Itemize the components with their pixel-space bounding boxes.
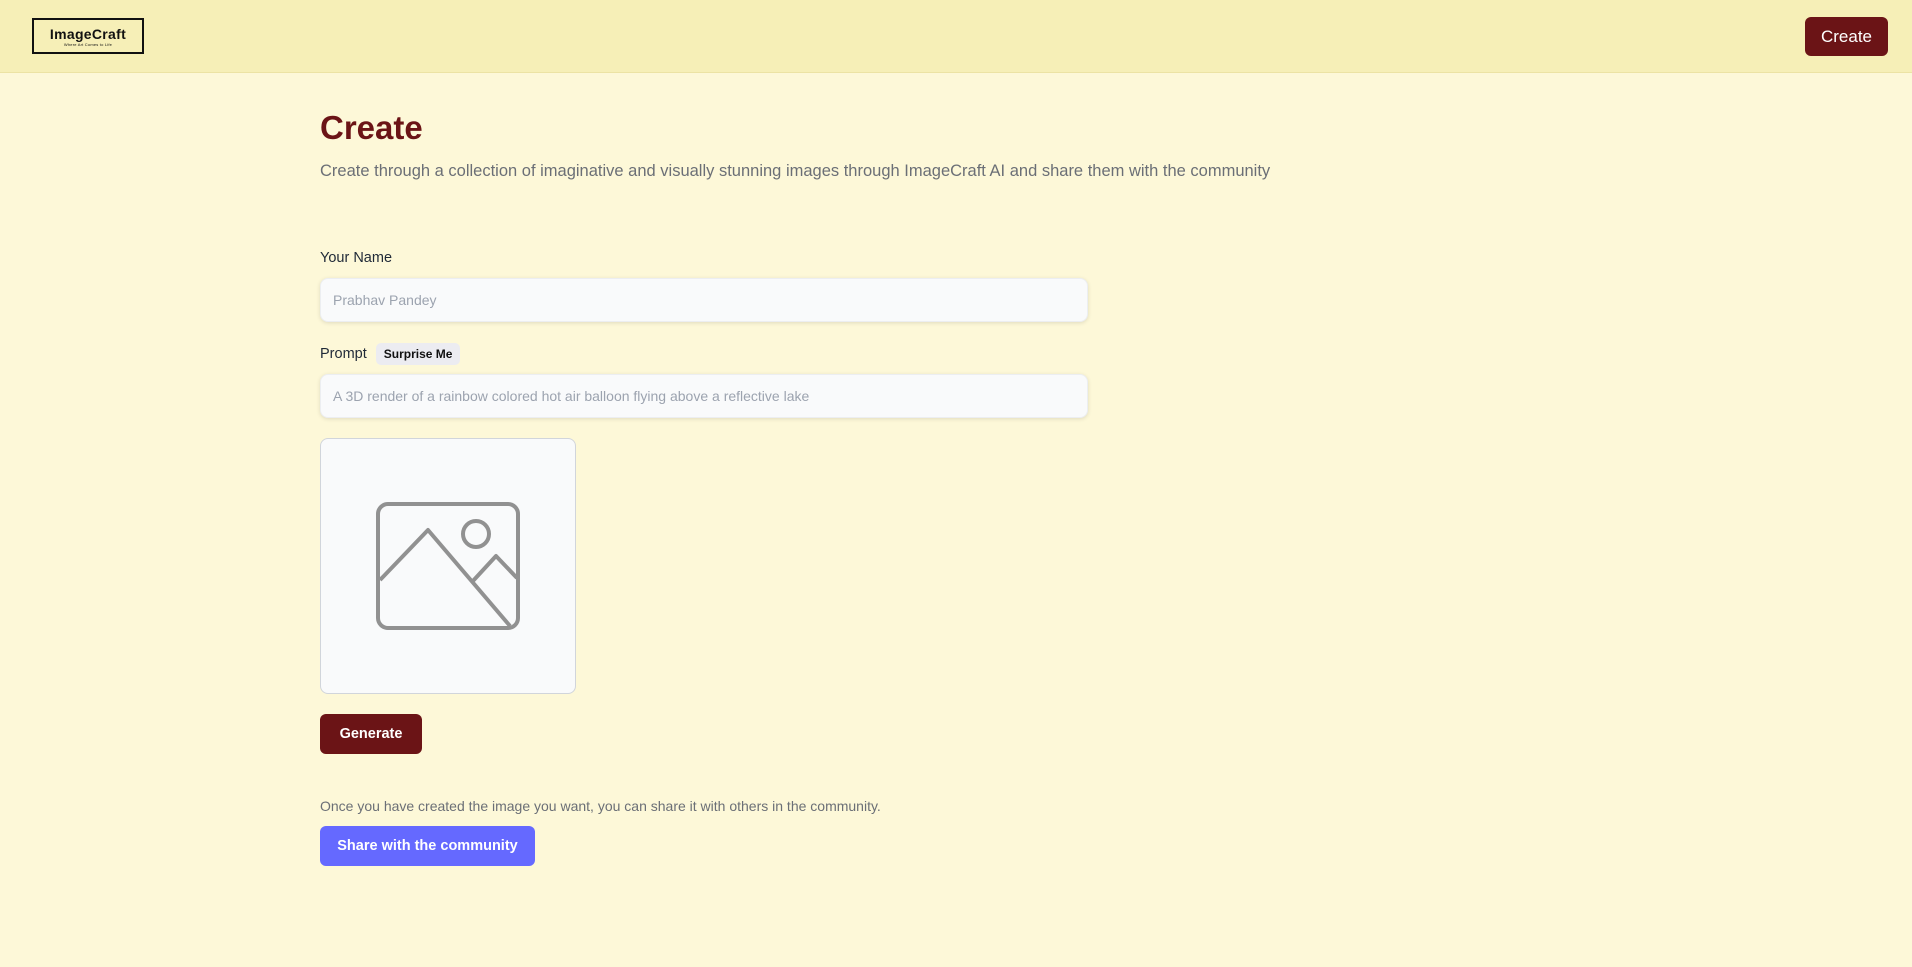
name-field: Your Name [320,246,1088,322]
logo-title: ImageCraft [49,25,127,42]
surprise-me-button[interactable]: Surprise Me [375,343,461,365]
image-preview [320,438,576,694]
name-label-row: Your Name [320,246,1088,270]
name-label: Your Name [320,250,393,266]
share-note: Once you have created the image you want… [320,798,881,814]
header-create-button[interactable]: Create [1805,17,1888,56]
image-placeholder-icon [376,502,520,630]
imagecraft-logo[interactable]: ImageCraft Where Art Comes to Life [32,18,144,54]
prompt-field: Prompt Surprise Me [320,342,1088,418]
logo-tagline: Where Art Comes to Life [63,41,113,47]
prompt-label-row: Prompt Surprise Me [320,342,1088,366]
create-page: Create Create through a collection of im… [320,108,1420,866]
page-title: Create [320,109,423,146]
generate-button[interactable]: Generate [320,714,422,754]
prompt-label: Prompt [320,346,367,362]
prompt-input[interactable] [320,374,1088,418]
share-button[interactable]: Share with the community [320,826,535,866]
page-subtitle: Create through a collection of imaginati… [320,162,1271,180]
create-form: Your Name Prompt Surprise Me Generate On… [320,246,1088,866]
app-header: ImageCraft Where Art Comes to Life Creat… [0,0,1912,73]
name-input[interactable] [320,278,1088,322]
